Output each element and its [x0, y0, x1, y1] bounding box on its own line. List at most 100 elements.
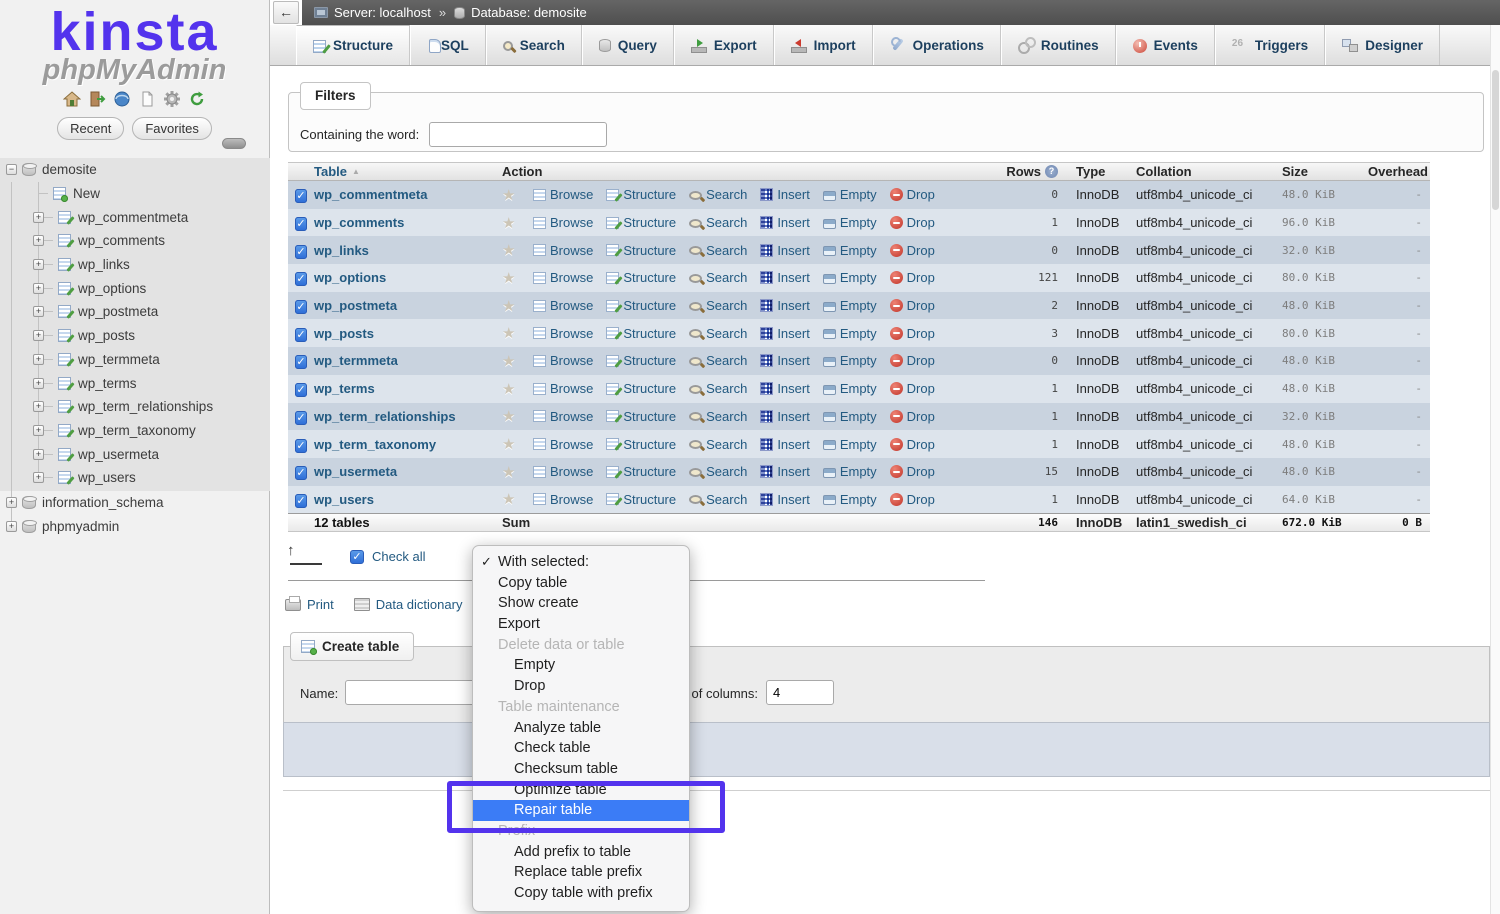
row-checkbox[interactable]	[295, 439, 306, 453]
expand-icon[interactable]	[33, 306, 44, 317]
expand-icon[interactable]	[6, 521, 17, 532]
action-structure-link[interactable]: Structure	[606, 437, 676, 452]
column-header-table[interactable]: Table ▲	[314, 164, 490, 179]
action-insert-link[interactable]: Insert	[760, 492, 810, 507]
action-browse-link[interactable]: Browse	[533, 215, 593, 230]
menu-item-export[interactable]: Export	[473, 614, 689, 635]
action-drop-link[interactable]: Drop	[890, 381, 935, 396]
sidebar-item-wp-posts[interactable]: wp_posts	[0, 324, 270, 348]
sidebar-item-wp-usermeta[interactable]: wp_usermeta	[0, 442, 270, 466]
menu-item-copy-table[interactable]: Copy table	[473, 573, 689, 594]
sidebar-item-wp-terms[interactable]: wp_terms	[0, 371, 270, 395]
table-name-link[interactable]: wp_terms	[314, 381, 490, 396]
row-checkbox[interactable]	[295, 466, 306, 480]
action-drop-link[interactable]: Drop	[890, 215, 935, 230]
breadcrumb-database-link[interactable]: Database: demosite	[471, 5, 587, 20]
favorites-button[interactable]: Favorites	[132, 117, 211, 140]
tab-import[interactable]: Import	[774, 25, 873, 65]
favorite-star-icon[interactable]	[490, 435, 518, 453]
favorite-star-icon[interactable]	[490, 297, 518, 315]
table-name-link[interactable]: wp_posts	[314, 326, 490, 341]
action-empty-link[interactable]: Empty	[823, 298, 877, 313]
action-browse-link[interactable]: Browse	[533, 353, 593, 368]
action-structure-link[interactable]: Structure	[606, 215, 676, 230]
row-checkbox[interactable]	[295, 411, 306, 425]
tab-search[interactable]: Search	[486, 25, 582, 65]
action-empty-link[interactable]: Empty	[823, 464, 877, 479]
action-structure-link[interactable]: Structure	[606, 187, 676, 202]
favorite-star-icon[interactable]	[490, 241, 518, 259]
menu-item-optimize-table[interactable]: Optimize table	[473, 780, 689, 801]
action-empty-link[interactable]: Empty	[823, 215, 877, 230]
table-name-link[interactable]: wp_links	[314, 243, 490, 258]
table-name-link[interactable]: wp_postmeta	[314, 298, 490, 313]
action-structure-link[interactable]: Structure	[606, 298, 676, 313]
action-search-link[interactable]: Search	[689, 353, 747, 368]
row-checkbox[interactable]	[295, 300, 306, 314]
panel-resize-handle-icon[interactable]	[222, 138, 246, 149]
action-drop-link[interactable]: Drop	[890, 492, 935, 507]
row-checkbox[interactable]	[295, 355, 306, 369]
menu-item-copy-table-with-prefix[interactable]: Copy table with prefix	[473, 883, 689, 904]
action-search-link[interactable]: Search	[689, 326, 747, 341]
action-structure-link[interactable]: Structure	[606, 353, 676, 368]
action-drop-link[interactable]: Drop	[890, 243, 935, 258]
help-icon[interactable]	[113, 90, 131, 110]
help-icon[interactable]	[1045, 165, 1058, 178]
expand-icon[interactable]	[33, 330, 44, 341]
sidebar-item-wp-options[interactable]: wp_options	[0, 276, 270, 300]
table-name-link[interactable]: wp_term_taxonomy	[314, 437, 490, 452]
expand-icon[interactable]	[33, 401, 44, 412]
action-empty-link[interactable]: Empty	[823, 353, 877, 368]
action-empty-link[interactable]: Empty	[823, 243, 877, 258]
tab-events[interactable]: Events	[1116, 25, 1215, 65]
action-empty-link[interactable]: Empty	[823, 381, 877, 396]
action-insert-link[interactable]: Insert	[760, 381, 810, 396]
action-structure-link[interactable]: Structure	[606, 492, 676, 507]
exit-icon[interactable]	[88, 90, 106, 110]
action-insert-link[interactable]: Insert	[760, 464, 810, 479]
tab-designer[interactable]: Designer	[1325, 25, 1440, 65]
action-search-link[interactable]: Search	[689, 492, 747, 507]
row-checkbox[interactable]	[295, 383, 306, 397]
menu-item-analyze-table[interactable]: Analyze table	[473, 718, 689, 739]
action-search-link[interactable]: Search	[689, 298, 747, 313]
sidebar-item-wp-users[interactable]: wp_users	[0, 466, 270, 490]
action-drop-link[interactable]: Drop	[890, 326, 935, 341]
favorite-star-icon[interactable]	[490, 269, 518, 287]
action-structure-link[interactable]: Structure	[606, 243, 676, 258]
tab-export[interactable]: Export	[674, 25, 774, 65]
table-name-link[interactable]: wp_usermeta	[314, 464, 490, 479]
favorite-star-icon[interactable]	[490, 186, 518, 204]
action-insert-link[interactable]: Insert	[760, 243, 810, 258]
expand-icon[interactable]	[33, 212, 44, 223]
row-checkbox[interactable]	[295, 494, 306, 508]
tab-operations[interactable]: Operations	[873, 25, 1001, 65]
data-dictionary-link[interactable]: Data dictionary	[376, 597, 463, 612]
action-search-link[interactable]: Search	[689, 215, 747, 230]
sidebar-item-demosite[interactable]: demosite	[0, 158, 270, 182]
menu-item-empty[interactable]: Empty	[473, 655, 689, 676]
action-insert-link[interactable]: Insert	[760, 187, 810, 202]
expand-icon[interactable]	[33, 425, 44, 436]
action-browse-link[interactable]: Browse	[533, 270, 593, 285]
collapse-navigation-button[interactable]: ←	[273, 1, 299, 24]
menu-item-checksum-table[interactable]: Checksum table	[473, 759, 689, 780]
expand-icon[interactable]	[6, 497, 17, 508]
check-all-link[interactable]: Check all	[372, 549, 425, 564]
action-search-link[interactable]: Search	[689, 381, 747, 396]
action-search-link[interactable]: Search	[689, 464, 747, 479]
action-structure-link[interactable]: Structure	[606, 326, 676, 341]
sidebar-item-wp-commentmeta[interactable]: wp_commentmeta	[0, 205, 270, 229]
reload-icon[interactable]	[188, 90, 206, 110]
home-icon[interactable]	[63, 90, 81, 110]
action-search-link[interactable]: Search	[689, 409, 747, 424]
sidebar-item-wp-postmeta[interactable]: wp_postmeta	[0, 300, 270, 324]
menu-item-check-table[interactable]: Check table	[473, 738, 689, 759]
action-browse-link[interactable]: Browse	[533, 187, 593, 202]
scrollbar-thumb[interactable]	[1492, 70, 1499, 210]
action-structure-link[interactable]: Structure	[606, 381, 676, 396]
expand-icon[interactable]	[33, 354, 44, 365]
breadcrumb-server-link[interactable]: Server: localhost	[334, 5, 431, 20]
expand-icon[interactable]	[33, 235, 44, 246]
